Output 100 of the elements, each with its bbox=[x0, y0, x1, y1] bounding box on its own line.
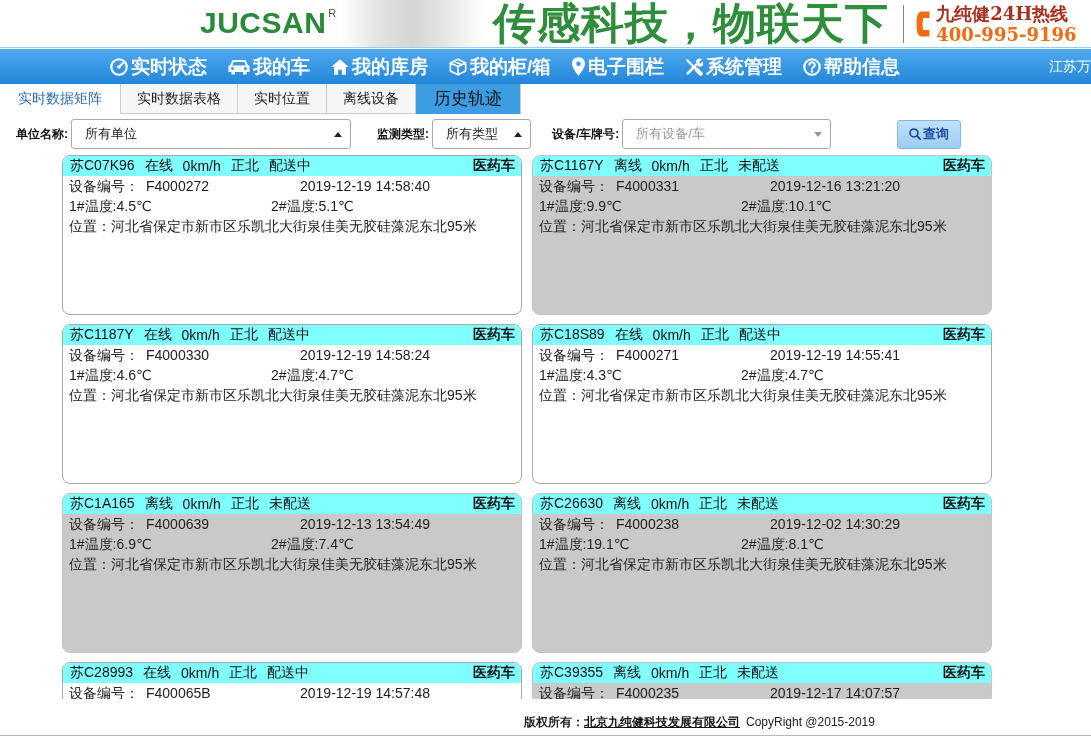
temperature-reading: 2#温度:8.1℃ bbox=[741, 535, 824, 554]
location-text: 位置：河北省保定市新市区乐凯北大街泉佳美无胶硅藻泥东北95米 bbox=[539, 217, 947, 236]
status-text: 在线 bbox=[144, 157, 173, 175]
update-time: 2019-12-17 14:07:57 bbox=[770, 684, 900, 699]
plate-number: 苏C07K96 bbox=[70, 157, 135, 175]
combo-field[interactable]: 所有设备/车 bbox=[622, 119, 832, 149]
delivery-status: 未配送 bbox=[737, 664, 780, 682]
car-icon bbox=[228, 58, 250, 75]
temperature-reading: 1#温度:4.5℃ bbox=[69, 197, 153, 216]
direction-text: 正北 bbox=[699, 495, 728, 513]
tab[interactable]: 实时位置 bbox=[238, 84, 327, 114]
location-text: 位置：河北省保定市新市区乐凯北大街泉佳美无胶硅藻泥东北95米 bbox=[539, 386, 947, 405]
nav-link[interactable]: 系统管理 bbox=[685, 53, 783, 80]
select-field[interactable]: 所有单位 bbox=[71, 119, 351, 149]
device-label: 设备编号： bbox=[539, 346, 610, 365]
nav-link[interactable]: 帮助信息 bbox=[803, 53, 901, 80]
status-text: 在线 bbox=[143, 326, 172, 344]
device-label: 设备编号： bbox=[539, 177, 610, 196]
device-label: 设备编号： bbox=[69, 346, 140, 365]
location-text: 位置：河北省保定市新市区乐凯北大街泉佳美无胶硅藻泥东北95米 bbox=[69, 555, 477, 574]
nav-link[interactable]: 实时状态 bbox=[110, 53, 207, 80]
delivery-status: 未配送 bbox=[737, 157, 780, 175]
delivery-status: 配送中 bbox=[267, 326, 310, 344]
hotline-number: 400-995-9196 bbox=[936, 23, 1077, 45]
speed-text: 0km/h bbox=[181, 327, 220, 343]
slogan: 传感科技，物联天下 bbox=[493, 2, 890, 45]
speed-text: 0km/h bbox=[652, 327, 691, 343]
vehicle-type: 医药车 bbox=[943, 495, 985, 513]
direction-text: 正北 bbox=[230, 157, 259, 175]
gauge-icon bbox=[110, 57, 128, 76]
delivery-status: 配送中 bbox=[738, 326, 781, 344]
speed-text: 0km/h bbox=[182, 496, 221, 512]
plate-number: 苏C1A165 bbox=[70, 495, 135, 513]
vehicle-type: 医药车 bbox=[473, 664, 515, 682]
direction-text: 正北 bbox=[229, 664, 258, 682]
direction-text: 正北 bbox=[700, 326, 729, 344]
tab[interactable]: 离线设备 bbox=[327, 84, 416, 114]
nav-link[interactable]: 电子围栏 bbox=[572, 53, 665, 80]
plate-number: 苏C26630 bbox=[540, 495, 604, 513]
caret-up-icon bbox=[514, 131, 522, 137]
filter-label: 设备/车牌号: bbox=[552, 125, 620, 143]
update-time: 2019-12-02 14:30:29 bbox=[770, 515, 900, 534]
device-id: F400065B bbox=[146, 684, 212, 699]
help-icon bbox=[803, 57, 822, 76]
phone-icon bbox=[916, 10, 931, 37]
search-button[interactable]: 查询 bbox=[897, 119, 962, 149]
nav-link[interactable]: 我的车 bbox=[228, 53, 310, 80]
temperature-reading: 1#温度:19.1℃ bbox=[539, 535, 631, 554]
speed-text: 0km/h bbox=[651, 158, 690, 174]
nav-link[interactable]: 我的柜/箱 bbox=[449, 53, 552, 80]
status-text: 离线 bbox=[613, 157, 642, 175]
status-text: 离线 bbox=[613, 664, 642, 682]
status-text: 离线 bbox=[144, 495, 173, 513]
temperature-reading: 2#温度:5.1℃ bbox=[271, 197, 354, 216]
device-id: F4000639 bbox=[146, 515, 211, 534]
plate-number: 苏C39355 bbox=[540, 664, 604, 682]
plate-number: 苏C28993 bbox=[70, 664, 134, 682]
search-icon bbox=[909, 128, 922, 140]
box-icon bbox=[449, 57, 467, 76]
plate-number: 苏C1167Y bbox=[540, 157, 604, 175]
temperature-reading: 2#温度:4.7℃ bbox=[741, 366, 824, 385]
vehicle-type: 医药车 bbox=[473, 495, 515, 513]
update-time: 2019-12-19 14:55:41 bbox=[770, 346, 900, 365]
tab[interactable]: 历史轨迹 bbox=[416, 84, 521, 114]
delivery-status: 配送中 bbox=[268, 157, 311, 175]
vehicle-type: 医药车 bbox=[473, 157, 515, 175]
filter-label: 监测类型: bbox=[377, 125, 429, 143]
device-label: 设备编号： bbox=[69, 684, 140, 699]
location-text: 位置：河北省保定市新市区乐凯北大街泉佳美无胶硅藻泥东北95米 bbox=[69, 386, 477, 405]
nav-link[interactable]: 我的库房 bbox=[331, 53, 428, 80]
direction-text: 正北 bbox=[230, 495, 259, 513]
direction-text: 正北 bbox=[699, 664, 728, 682]
direction-text: 正北 bbox=[229, 326, 258, 344]
filter-label: 单位名称: bbox=[16, 125, 68, 143]
vehicle-type: 医药车 bbox=[943, 326, 985, 344]
plate-number: 苏C18S89 bbox=[540, 326, 605, 344]
delivery-status: 未配送 bbox=[737, 495, 780, 513]
status-text: 在线 bbox=[614, 326, 643, 344]
location-text: 位置：河北省保定市新市区乐凯北大街泉佳美无胶硅藻泥东北95米 bbox=[69, 217, 477, 236]
plate-number: 苏C1187Y bbox=[70, 326, 134, 344]
delivery-status: 未配送 bbox=[268, 495, 311, 513]
vehicle-type: 医药车 bbox=[943, 664, 985, 682]
tab[interactable]: 实时数据表格 bbox=[121, 84, 238, 114]
select-field[interactable]: 所有类型 bbox=[432, 119, 531, 149]
speed-text: 0km/h bbox=[182, 158, 221, 174]
device-label: 设备编号： bbox=[69, 177, 140, 196]
company-link[interactable]: 北京九纯健科技发展有限公司 bbox=[584, 713, 740, 731]
device-id: F4000272 bbox=[146, 177, 211, 196]
tools-icon bbox=[685, 57, 704, 76]
update-time: 2019-12-19 14:58:24 bbox=[300, 346, 430, 365]
device-id: F4000271 bbox=[616, 346, 681, 365]
device-label: 设备编号： bbox=[69, 515, 140, 534]
location-text: 位置：河北省保定市新市区乐凯北大街泉佳美无胶硅藻泥东北95米 bbox=[539, 555, 947, 574]
copyright-text: CopyRight @2015-2019 bbox=[746, 715, 875, 729]
speed-text: 0km/h bbox=[651, 665, 690, 681]
temperature-reading: 1#温度:6.9℃ bbox=[69, 535, 153, 554]
device-label: 设备编号： bbox=[539, 684, 610, 699]
update-time: 2019-12-16 13:21:20 bbox=[770, 177, 900, 196]
device-id: F4000235 bbox=[616, 684, 681, 699]
status-text: 在线 bbox=[143, 664, 172, 682]
